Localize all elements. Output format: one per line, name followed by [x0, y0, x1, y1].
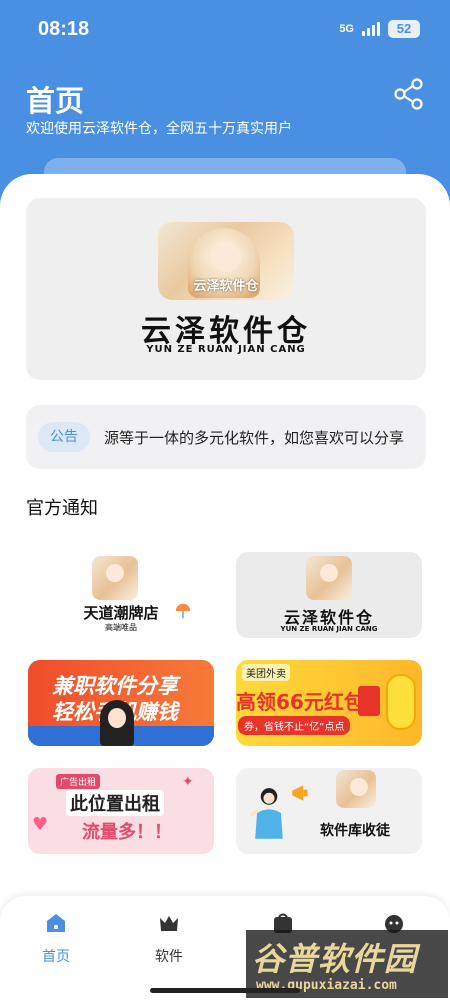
announcement-bar[interactable]: 公告 源等于一体的多元化软件，如您喜欢可以分享	[26, 405, 426, 469]
nav-label: 软件	[155, 949, 183, 965]
page-title: 首页	[26, 84, 85, 118]
tile-subtitle: 高端唯品	[105, 623, 137, 632]
umbrella-icon	[175, 603, 191, 619]
red-envelope	[358, 686, 380, 716]
status-time: 08:18	[38, 18, 90, 40]
promo-tile-store[interactable]: 天道潮牌店 高端唯品	[28, 552, 214, 638]
app-logo: 云泽软件仓	[158, 222, 294, 300]
share-icon[interactable]	[394, 78, 424, 110]
woman-face	[108, 708, 126, 728]
ad-headline: 此位置出租	[66, 790, 164, 816]
meituan-brand: 美团外卖	[242, 664, 290, 681]
ad-tagline: 券，省钱不止“亿”点点	[238, 716, 351, 735]
nav-label: 首页	[42, 949, 70, 965]
crown-icon	[160, 916, 178, 931]
nav-item-software[interactable]: 软件	[139, 912, 199, 966]
watermark-title: 谷普软件园	[252, 940, 418, 978]
tile-subtitle: YUN ZE RUAN JIAN CANG	[280, 625, 378, 633]
battery-icon: 52	[388, 20, 420, 38]
store-logo	[92, 556, 138, 600]
sparkle-icon: ✦	[182, 774, 194, 790]
mascot-illustration	[386, 674, 416, 730]
banner-pinyin: YUN ZE RUAN JIAN CANG	[146, 344, 306, 355]
network-type: 5G	[339, 23, 354, 35]
signal-icon	[362, 22, 380, 36]
app-banner[interactable]: 云泽软件仓 云泽软件仓 YUN ZE RUAN JIAN CANG	[26, 198, 426, 380]
promo-tile-app[interactable]: 云泽软件仓 YUN ZE RUAN JIAN CANG	[236, 552, 422, 638]
promo-tile-ad-rental[interactable]: 广告出租 此位置出租 流量多！！ ♥ ✦	[28, 768, 214, 854]
logo-caption: 云泽软件仓	[193, 279, 259, 294]
nav-item-home[interactable]: 首页	[26, 912, 86, 966]
ad-badge: 广告出租	[56, 774, 101, 789]
home-icon	[47, 914, 65, 932]
app-mini-logo	[306, 556, 352, 600]
announcement-text: 源等于一体的多元化软件，如您喜欢可以分享	[104, 429, 405, 447]
section-title: 官方通知	[26, 498, 98, 519]
home-indicator[interactable]	[150, 988, 300, 993]
tile-title: 软件库收徒	[320, 823, 390, 839]
ad-subline: 流量多！！	[82, 822, 172, 843]
promo-tile-apprentice[interactable]: 软件库收徒	[236, 768, 422, 854]
status-bar: 08:18 5G 52	[0, 0, 450, 60]
page-subtitle: 欢迎使用云泽软件仓，全网五十万真实用户	[26, 121, 292, 137]
promo-tile-parttime[interactable]: 兼职软件分享 轻松手机赚钱	[28, 660, 214, 746]
ad-headline: 高领66元红包	[236, 690, 364, 714]
app-mini-logo	[336, 770, 376, 808]
promo-tile-meituan[interactable]: 美团外卖 高领66元红包 券，省钱不止“亿”点点	[236, 660, 422, 746]
girl-illustration	[249, 788, 283, 839]
status-indicators: 5G 52	[339, 20, 420, 38]
announcement-tag: 公告	[38, 422, 90, 452]
megaphone-icon	[292, 785, 308, 801]
heart-icon: ♥	[32, 814, 49, 835]
